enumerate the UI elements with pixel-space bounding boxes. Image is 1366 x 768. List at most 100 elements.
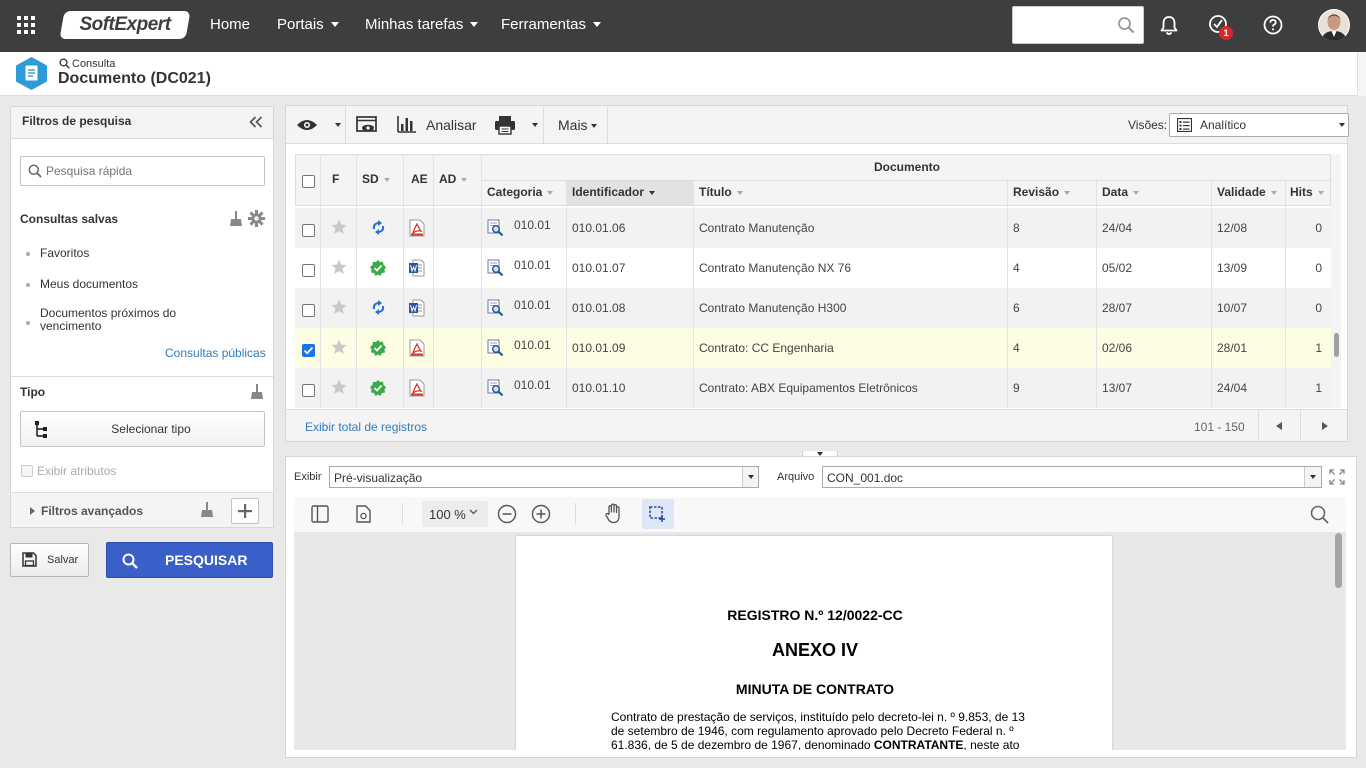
pdf-file-icon[interactable] <box>409 219 425 237</box>
divider <box>1300 410 1301 440</box>
cell-data: 02/06 <box>1102 341 1133 355</box>
row-checkbox[interactable] <box>302 304 315 317</box>
zoom-out-icon[interactable] <box>497 504 517 524</box>
table-row[interactable]: 010.01 010.01.10 Contrato: ABX Equipamento… <box>295 368 1331 408</box>
favorite-star-icon[interactable] <box>331 379 347 395</box>
broom-icon[interactable] <box>200 502 214 518</box>
views-value: Analítico <box>1200 118 1247 132</box>
nav-home[interactable]: Home <box>210 0 250 52</box>
row-checkbox[interactable] <box>302 224 315 237</box>
viewer-scrollbar-thumb[interactable] <box>1335 533 1342 588</box>
breadcrumb[interactable]: Consulta <box>72 58 115 70</box>
col-validade[interactable]: Validade <box>1217 185 1277 199</box>
category-view-icon[interactable] <box>487 379 504 396</box>
sidebar-toggle-icon[interactable] <box>311 505 329 523</box>
favorite-star-icon[interactable] <box>331 339 347 355</box>
nav-portais[interactable]: Portais <box>277 0 339 52</box>
avatar[interactable] <box>1318 9 1350 41</box>
bell-icon[interactable] <box>1159 15 1179 36</box>
show-attributes-checkbox[interactable] <box>21 465 33 477</box>
favorite-star-icon[interactable] <box>331 259 347 275</box>
document-properties-icon[interactable] <box>356 505 371 523</box>
pdf-file-icon[interactable] <box>409 379 425 397</box>
category-view-icon[interactable] <box>487 339 504 356</box>
col-titulo[interactable]: Título <box>699 185 743 199</box>
col-identificador[interactable]: Identificador <box>572 185 656 199</box>
saved-query-favoritos[interactable]: Favoritos <box>40 246 89 260</box>
word-file-icon[interactable] <box>409 299 425 317</box>
show-total-link[interactable]: Exibir total de registros <box>305 420 427 434</box>
help-icon[interactable] <box>1263 15 1283 35</box>
row-checkbox[interactable] <box>302 264 315 277</box>
chevron-down-icon <box>1310 475 1316 479</box>
expand-icon[interactable] <box>1329 469 1345 485</box>
printer-icon[interactable] <box>494 115 516 135</box>
favorite-star-icon[interactable] <box>331 219 347 235</box>
select-tool-button[interactable] <box>642 499 674 529</box>
cell-categoria: 010.01 <box>514 218 551 232</box>
grid-scrollbar-track[interactable] <box>1331 154 1341 408</box>
public-queries-link[interactable]: Consultas públicas <box>165 346 266 360</box>
col-hits[interactable]: Hits <box>1290 185 1324 199</box>
category-view-icon[interactable] <box>487 299 504 316</box>
col-revisao[interactable]: Revisão <box>1013 185 1071 199</box>
col-ad[interactable]: AD <box>439 172 468 186</box>
word-file-icon[interactable] <box>409 259 425 277</box>
col-validade-label: Validade <box>1217 185 1266 199</box>
broom-icon[interactable] <box>250 384 264 400</box>
cell-hits: 1 <box>1315 381 1322 395</box>
nav-ferramentas[interactable]: Ferramentas <box>501 0 602 52</box>
gear-icon[interactable] <box>248 210 265 227</box>
row-checkbox[interactable] <box>302 344 315 357</box>
chevron-down-icon[interactable] <box>532 123 538 127</box>
views-select[interactable] <box>1169 113 1349 137</box>
prev-page-icon[interactable] <box>1276 422 1282 430</box>
broom-icon[interactable] <box>229 211 243 227</box>
select-all-checkbox[interactable] <box>302 175 315 188</box>
saved-query-meus-documentos[interactable]: Meus documentos <box>40 277 138 291</box>
table-row[interactable]: 010.01 010.01.06 Contrato Manutenção 8 24/04… <box>295 208 1331 248</box>
more-menu[interactable]: Mais <box>558 117 598 133</box>
divider <box>607 107 608 143</box>
table-row[interactable]: 010.01 010.01.07 Contrato Manutenção NX 76… <box>295 248 1331 288</box>
col-categoria[interactable]: Categoria <box>487 185 554 199</box>
file-select-arrow[interactable] <box>1304 467 1321 487</box>
col-ae[interactable]: AE <box>411 172 428 186</box>
sort-icon <box>1133 190 1140 195</box>
apps-grid-icon[interactable] <box>17 16 35 34</box>
hand-tool-icon[interactable] <box>604 503 624 524</box>
collapse-double-chevron-icon[interactable] <box>249 116 263 128</box>
cell-categoria: 010.01 <box>514 298 551 312</box>
col-data[interactable]: Data <box>1102 185 1140 199</box>
row-checkbox[interactable] <box>302 384 315 397</box>
chevron-down-icon[interactable] <box>335 123 341 127</box>
eye-icon[interactable] <box>296 118 318 132</box>
saved-query-documentos-proximos[interactable]: Documentos próximos do vencimento <box>40 307 210 333</box>
favorite-star-icon[interactable] <box>331 299 347 315</box>
col-separator <box>1096 181 1097 408</box>
search-icon[interactable] <box>1310 505 1329 524</box>
bar-chart-icon[interactable] <box>397 115 417 133</box>
show-select-arrow[interactable] <box>742 467 758 487</box>
page-scrollbar[interactable] <box>1357 52 1366 96</box>
add-filter-button[interactable] <box>231 498 259 524</box>
doc-paragraph-line-3: 61.836, de 5 de dezembro de 1967, denomi… <box>611 738 1019 750</box>
category-view-icon[interactable] <box>487 259 504 276</box>
search-icon[interactable] <box>1117 16 1135 34</box>
table-row[interactable]: 010.01 010.01.08 Contrato Manutenção H300 6… <box>295 288 1331 328</box>
preview-window-icon[interactable] <box>356 116 377 134</box>
quick-search-input[interactable] <box>46 160 256 182</box>
next-page-icon[interactable] <box>1322 422 1328 430</box>
zoom-in-icon[interactable] <box>531 504 551 524</box>
table-row[interactable]: 010.01 010.01.09 Contrato: CC Engenharia 4 0… <box>295 328 1331 368</box>
col-sd[interactable]: SD <box>362 172 390 186</box>
grid-scrollbar-thumb[interactable] <box>1334 333 1339 357</box>
category-view-icon[interactable] <box>487 219 504 236</box>
nav-minhas-tarefas[interactable]: Minhas tarefas <box>365 0 479 52</box>
document-group-header: Documento <box>874 160 940 174</box>
pdf-file-icon[interactable] <box>409 339 425 357</box>
analyze-label[interactable]: Analisar <box>426 117 477 133</box>
cell-identificador: 010.01.09 <box>572 341 626 355</box>
sort-icon <box>547 190 554 195</box>
col-f[interactable]: F <box>332 172 339 186</box>
